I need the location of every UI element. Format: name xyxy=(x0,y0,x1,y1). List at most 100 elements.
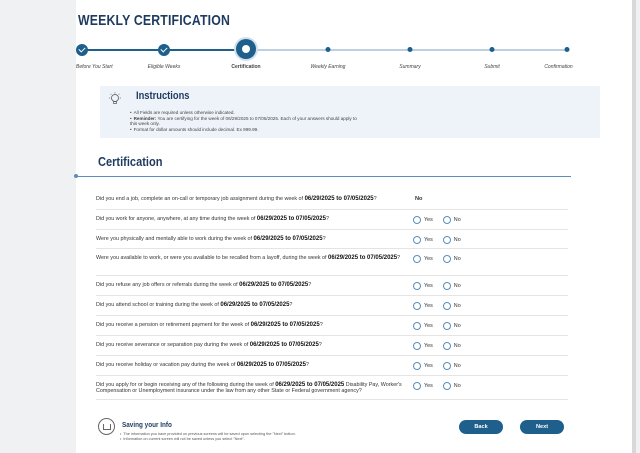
radio-yes[interactable]: Yes xyxy=(413,381,433,390)
radio-circle-icon[interactable] xyxy=(442,321,451,330)
row-divider xyxy=(96,375,568,376)
next-button[interactable]: Next xyxy=(520,420,564,434)
step-label: Before You Start xyxy=(76,64,113,70)
step-label: Weekly Earning xyxy=(310,64,346,70)
radio-yes[interactable]: Yes xyxy=(413,215,433,224)
question-text: Did you attend school or training during… xyxy=(96,302,293,308)
radio-no[interactable]: No xyxy=(442,254,461,263)
radio-yes[interactable]: Yes xyxy=(413,361,433,370)
radio-no[interactable]: No xyxy=(442,361,461,370)
row-divider xyxy=(96,399,568,400)
scrollbar[interactable] xyxy=(632,0,636,453)
radio-label: No xyxy=(453,382,461,389)
radio-label: No xyxy=(453,216,461,223)
page-title: WEEKLY CERTIFICATION xyxy=(78,12,231,29)
radio-no[interactable]: No xyxy=(442,301,461,310)
radio-no[interactable]: No xyxy=(442,381,461,390)
radio-circle-icon[interactable] xyxy=(442,235,451,244)
question-text: Did you receive severance or separation … xyxy=(96,342,322,348)
back-button[interactable]: Back xyxy=(459,420,503,434)
question-text: Did you end a job, complete an on-call o… xyxy=(96,196,377,202)
answer-group: No xyxy=(413,196,422,202)
radio-label: No xyxy=(453,302,461,309)
radio-circle-icon[interactable] xyxy=(442,361,451,370)
radio-label: Yes xyxy=(424,302,433,309)
radio-label: Yes xyxy=(424,342,433,349)
instructions-item: Reminder: You are certifying for the wee… xyxy=(130,116,360,127)
question-text: Did you receive holiday or vacation pay … xyxy=(96,362,309,368)
section-rule xyxy=(76,176,571,177)
question-text: Did you work for anyone, anywhere, at an… xyxy=(96,216,329,222)
radio-no[interactable]: No xyxy=(442,235,461,244)
radio-yes[interactable]: Yes xyxy=(413,254,433,263)
radio-label: No xyxy=(453,236,461,243)
row-divider xyxy=(96,355,568,356)
row-divider xyxy=(96,295,568,296)
step-label: Submit xyxy=(484,64,500,70)
radio-circle-icon[interactable] xyxy=(442,254,451,263)
radio-yes[interactable]: Yes xyxy=(413,341,433,350)
radio-circle-icon[interactable] xyxy=(442,281,451,290)
radio-label: Yes xyxy=(424,362,433,369)
row-divider xyxy=(96,275,568,276)
radio-circle-icon[interactable] xyxy=(413,321,421,330)
radio-circle-icon[interactable] xyxy=(413,215,421,224)
radio-circle-icon[interactable] xyxy=(442,301,451,310)
instructions-item: Format for dollar amounts should include… xyxy=(130,127,360,133)
radio-circle-icon[interactable] xyxy=(413,361,421,370)
radio-label: Yes xyxy=(424,216,433,223)
save-box-icon xyxy=(98,418,115,435)
radio-no[interactable]: No xyxy=(442,321,461,330)
row-divider xyxy=(96,315,568,316)
radio-yes[interactable]: Yes xyxy=(413,281,433,290)
radio-label: Yes xyxy=(424,282,433,289)
answer-group: Yes No xyxy=(413,341,471,350)
radio-label: No xyxy=(453,255,461,262)
answer-group: Yes No xyxy=(413,215,471,224)
radio-no[interactable]: No xyxy=(442,215,461,224)
radio-no[interactable]: No xyxy=(442,281,461,290)
radio-circle-icon[interactable] xyxy=(442,215,451,224)
radio-circle-icon[interactable] xyxy=(442,341,451,350)
instructions-list: All Fields are required unless otherwise… xyxy=(130,110,360,132)
step-node-future xyxy=(489,47,495,52)
radio-yes[interactable]: Yes xyxy=(413,321,433,330)
answer-group: Yes No xyxy=(413,235,471,244)
radio-circle-icon[interactable] xyxy=(413,235,421,244)
answer-value: No xyxy=(415,195,423,202)
radio-label: No xyxy=(453,362,461,369)
row-divider xyxy=(96,209,568,210)
step-node-done xyxy=(158,44,170,56)
instructions-panel: Instructions All Fields are required unl… xyxy=(100,86,600,138)
radio-yes[interactable]: Yes xyxy=(413,235,433,244)
radio-circle-icon[interactable] xyxy=(413,254,421,263)
radio-circle-icon[interactable] xyxy=(413,301,421,310)
radio-circle-icon[interactable] xyxy=(413,341,421,350)
step-node-current xyxy=(236,39,256,59)
saving-info-list: The information you have provided on pre… xyxy=(120,432,295,441)
step-node-future xyxy=(325,47,331,52)
radio-circle-icon[interactable] xyxy=(413,381,421,390)
radio-yes[interactable]: Yes xyxy=(413,301,433,310)
saving-info-title: Saving your Info xyxy=(122,420,172,429)
radio-no[interactable]: No xyxy=(442,341,461,350)
instructions-title: Instructions xyxy=(136,90,190,102)
question-text: Did you apply for or begin receiving any… xyxy=(96,382,402,395)
row-divider xyxy=(96,229,568,230)
radio-label: No xyxy=(453,342,461,349)
row-divider xyxy=(96,335,568,336)
step-label: Summary xyxy=(399,64,421,70)
lightbulb-icon xyxy=(109,92,121,104)
radio-label: Yes xyxy=(424,255,433,262)
answer-group: Yes No xyxy=(413,254,471,263)
radio-label: Yes xyxy=(424,322,433,329)
question-text: Did you receive a pension or retirement … xyxy=(96,322,323,328)
radio-label: Yes xyxy=(424,236,433,243)
radio-circle-icon[interactable] xyxy=(413,281,421,290)
radio-label: Yes xyxy=(424,382,433,389)
step-node-done xyxy=(76,44,88,56)
step-label: Certification xyxy=(231,64,261,70)
answer-group: Yes No xyxy=(413,301,471,310)
question-text: Were you physically and mentally able to… xyxy=(96,236,326,242)
radio-circle-icon[interactable] xyxy=(442,381,451,390)
